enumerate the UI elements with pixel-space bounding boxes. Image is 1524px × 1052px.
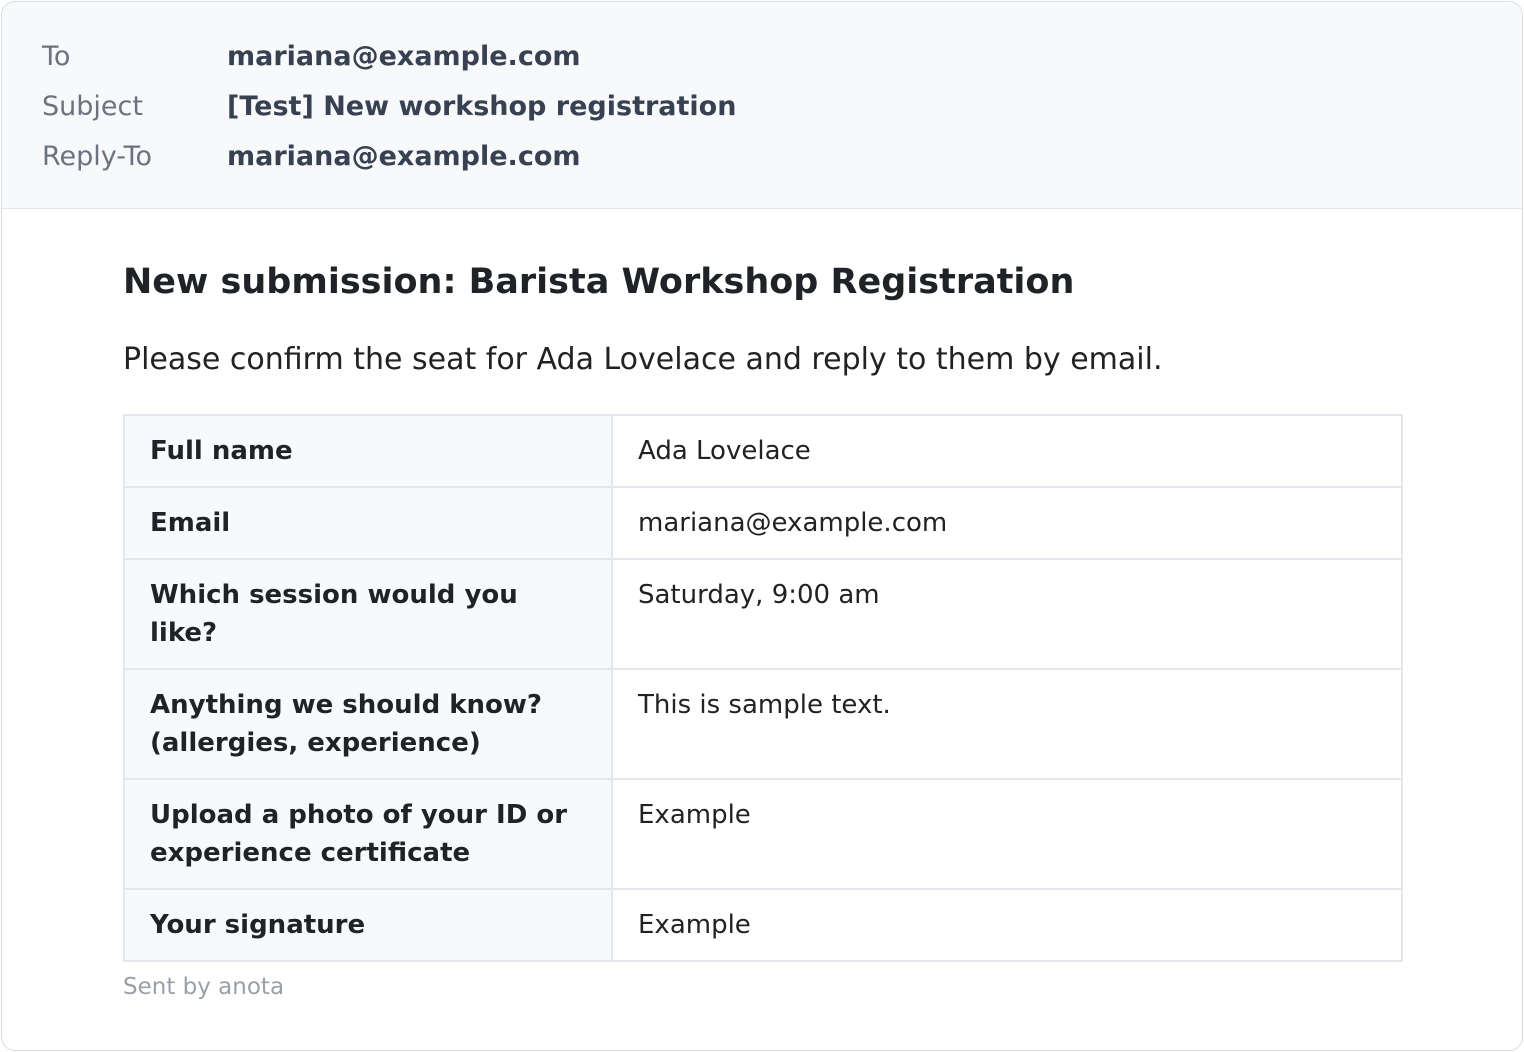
table-row: Which session would you like? Saturday, … bbox=[123, 558, 1403, 670]
field-value[interactable]: mariana@example.com bbox=[611, 486, 1403, 560]
table-row: Anything we should know? (allergies, exp… bbox=[123, 668, 1403, 780]
field-value: Ada Lovelace bbox=[611, 414, 1403, 488]
email-preview-frame: To mariana@example.com Subject [Test] Ne… bbox=[1, 1, 1523, 1051]
table-row: Full name Ada Lovelace bbox=[123, 414, 1403, 488]
header-value-reply-to[interactable]: mariana@example.com bbox=[227, 141, 581, 172]
header-row-reply-to: Reply-To mariana@example.com bbox=[42, 138, 581, 174]
header-label-reply-to: Reply-To bbox=[42, 140, 152, 172]
table-row: Email mariana@example.com bbox=[123, 486, 1403, 560]
field-key: Anything we should know? (allergies, exp… bbox=[123, 668, 613, 780]
email-footer: Sent by anota bbox=[123, 974, 285, 1000]
field-value: Saturday, 9:00 am bbox=[611, 558, 1403, 670]
table-row: Your signature Example bbox=[123, 888, 1403, 962]
header-row-to: To mariana@example.com bbox=[42, 38, 581, 74]
field-key: Your signature bbox=[123, 888, 613, 962]
field-value: Example bbox=[611, 888, 1403, 962]
field-key: Upload a photo of your ID or experience … bbox=[123, 778, 613, 890]
header-label-subject: Subject bbox=[42, 90, 143, 122]
header-label-to: To bbox=[42, 40, 71, 72]
header-row-subject: Subject [Test] New workshop registration bbox=[42, 88, 736, 124]
field-value: Example bbox=[611, 778, 1403, 890]
field-key: Email bbox=[123, 486, 613, 560]
field-key: Which session would you like? bbox=[123, 558, 613, 670]
email-headers: To mariana@example.com Subject [Test] Ne… bbox=[2, 2, 1522, 209]
submission-table: Full name Ada Lovelace Email mariana@exa… bbox=[123, 414, 1403, 962]
header-value-subject: [Test] New workshop registration bbox=[227, 90, 737, 122]
field-value: This is sample text. bbox=[611, 668, 1403, 780]
email-intro: Please confirm the seat for Ada Lovelace… bbox=[123, 342, 1163, 377]
email-title: New submission: Barista Workshop Registr… bbox=[123, 262, 1075, 302]
header-value-to[interactable]: mariana@example.com bbox=[227, 41, 581, 72]
table-row: Upload a photo of your ID or experience … bbox=[123, 778, 1403, 890]
field-key: Full name bbox=[123, 414, 613, 488]
